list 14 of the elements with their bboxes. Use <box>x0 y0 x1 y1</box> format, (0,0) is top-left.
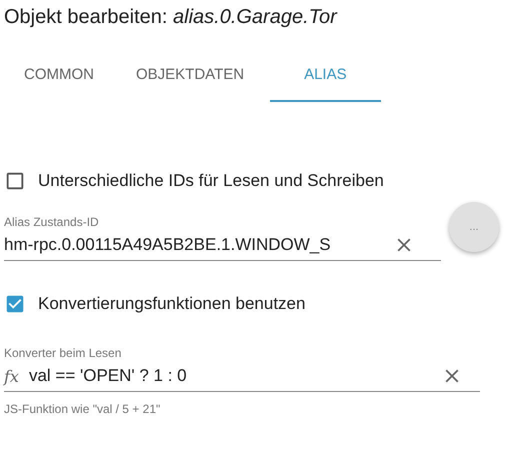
field-value: hm-rpc.0.00115A49A5B2BE.1.WINDOW_S <box>4 235 332 255</box>
checkbox[interactable] <box>4 293 26 315</box>
tab[interactable]: ALIAS <box>270 64 381 102</box>
dialog-title: Objekt bearbeiten: alias.0.Garage.Tor <box>4 5 338 30</box>
function-icon: fx <box>4 366 19 386</box>
checkbox-label: Unterschiedliche IDs für Lesen und Schreiben <box>38 171 384 191</box>
field-label: Alias Zustands-ID <box>4 214 100 230</box>
checkbox-label: Konvertierungsfunktionen benutzen <box>38 294 306 314</box>
field-value: val == 'OPEN' ? 1 : 0 <box>28 366 188 386</box>
tab[interactable]: OBJEKTDATEN <box>116 64 268 102</box>
checkbox[interactable] <box>4 170 26 192</box>
field-label: Konverter beim Lesen <box>4 345 122 361</box>
tab[interactable]: COMMON <box>6 64 114 102</box>
helper-text: JS-Funktion wie "val / 5 + 21" <box>4 402 162 416</box>
